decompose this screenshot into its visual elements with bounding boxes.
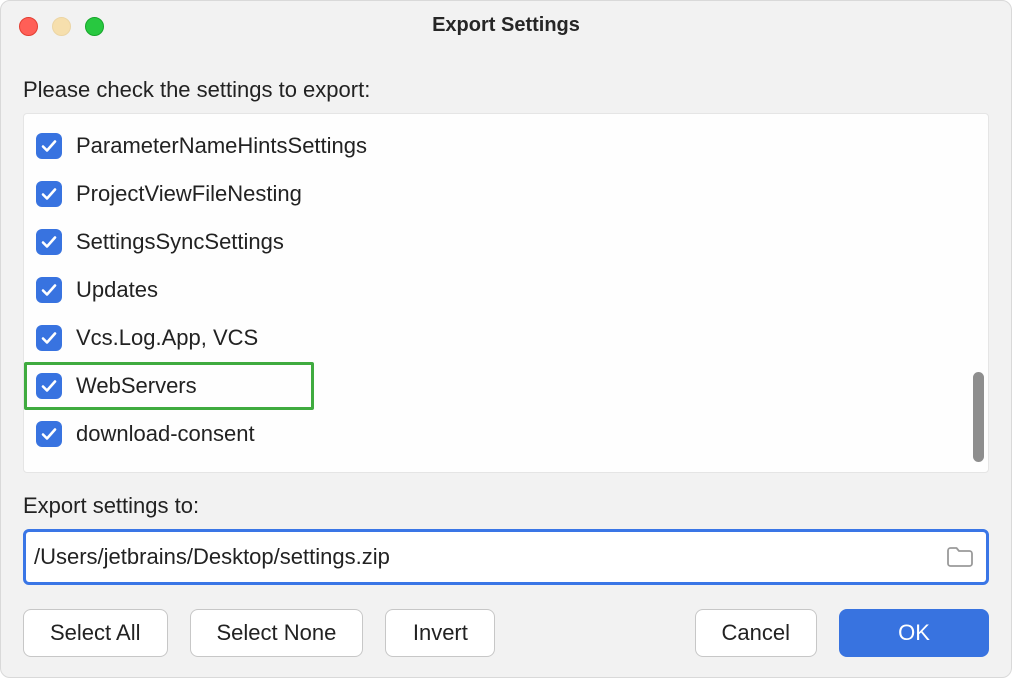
checkbox[interactable] (36, 229, 62, 255)
window-controls (19, 17, 104, 36)
invert-button[interactable]: Invert (385, 609, 495, 657)
check-icon (40, 233, 58, 251)
checkbox[interactable] (36, 277, 62, 303)
list-item-label: ParameterNameHintsSettings (76, 133, 367, 159)
list-item[interactable]: Updates (24, 266, 988, 314)
check-icon (40, 425, 58, 443)
select-none-button[interactable]: Select None (190, 609, 364, 657)
list-item[interactable]: ProjectViewFileNesting (24, 170, 988, 218)
maximize-window-button[interactable] (85, 17, 104, 36)
select-all-button[interactable]: Select All (23, 609, 168, 657)
titlebar: Export Settings (1, 1, 1011, 49)
folder-icon (946, 546, 974, 568)
minimize-window-button (52, 17, 71, 36)
check-icon (40, 185, 58, 203)
list-item-label: SettingsSyncSettings (76, 229, 284, 255)
window-title: Export Settings (432, 14, 580, 37)
scrollbar-thumb[interactable] (973, 372, 984, 462)
checkbox[interactable] (36, 373, 62, 399)
settings-list-container: ParameterNameHintsSettings ProjectViewFil… (23, 113, 989, 473)
export-path-label: Export settings to: (23, 493, 989, 519)
export-path-row (23, 529, 989, 585)
settings-list[interactable]: ParameterNameHintsSettings ProjectViewFil… (24, 122, 988, 464)
list-item-label: Updates (76, 277, 158, 303)
check-icon (40, 377, 58, 395)
content-area: Please check the settings to export: Par… (1, 49, 1011, 677)
checkbox[interactable] (36, 325, 62, 351)
list-item-label: WebServers (76, 373, 197, 399)
list-item-label: ProjectViewFileNesting (76, 181, 302, 207)
list-item-label: download-consent (76, 421, 255, 447)
list-item[interactable]: SettingsSyncSettings (24, 218, 988, 266)
check-icon (40, 281, 58, 299)
prompt-label: Please check the settings to export: (23, 77, 989, 103)
ok-button[interactable]: OK (839, 609, 989, 657)
check-icon (40, 137, 58, 155)
list-item[interactable]: ParameterNameHintsSettings (24, 122, 988, 170)
list-item[interactable]: Vcs.Log.App, VCS (24, 314, 988, 362)
list-item-label: Vcs.Log.App, VCS (76, 325, 258, 351)
checkbox[interactable] (36, 421, 62, 447)
export-settings-window: Export Settings Please check the setting… (0, 0, 1012, 678)
checkbox[interactable] (36, 181, 62, 207)
browse-folder-button[interactable] (942, 539, 978, 575)
list-item[interactable]: WebServers (24, 362, 314, 410)
buttons-row: Select All Select None Invert Cancel OK (23, 609, 989, 657)
cancel-button[interactable]: Cancel (695, 609, 817, 657)
check-icon (40, 329, 58, 347)
list-item[interactable]: download-consent (24, 410, 988, 458)
checkbox[interactable] (36, 133, 62, 159)
export-path-input[interactable] (28, 532, 942, 582)
close-window-button[interactable] (19, 17, 38, 36)
